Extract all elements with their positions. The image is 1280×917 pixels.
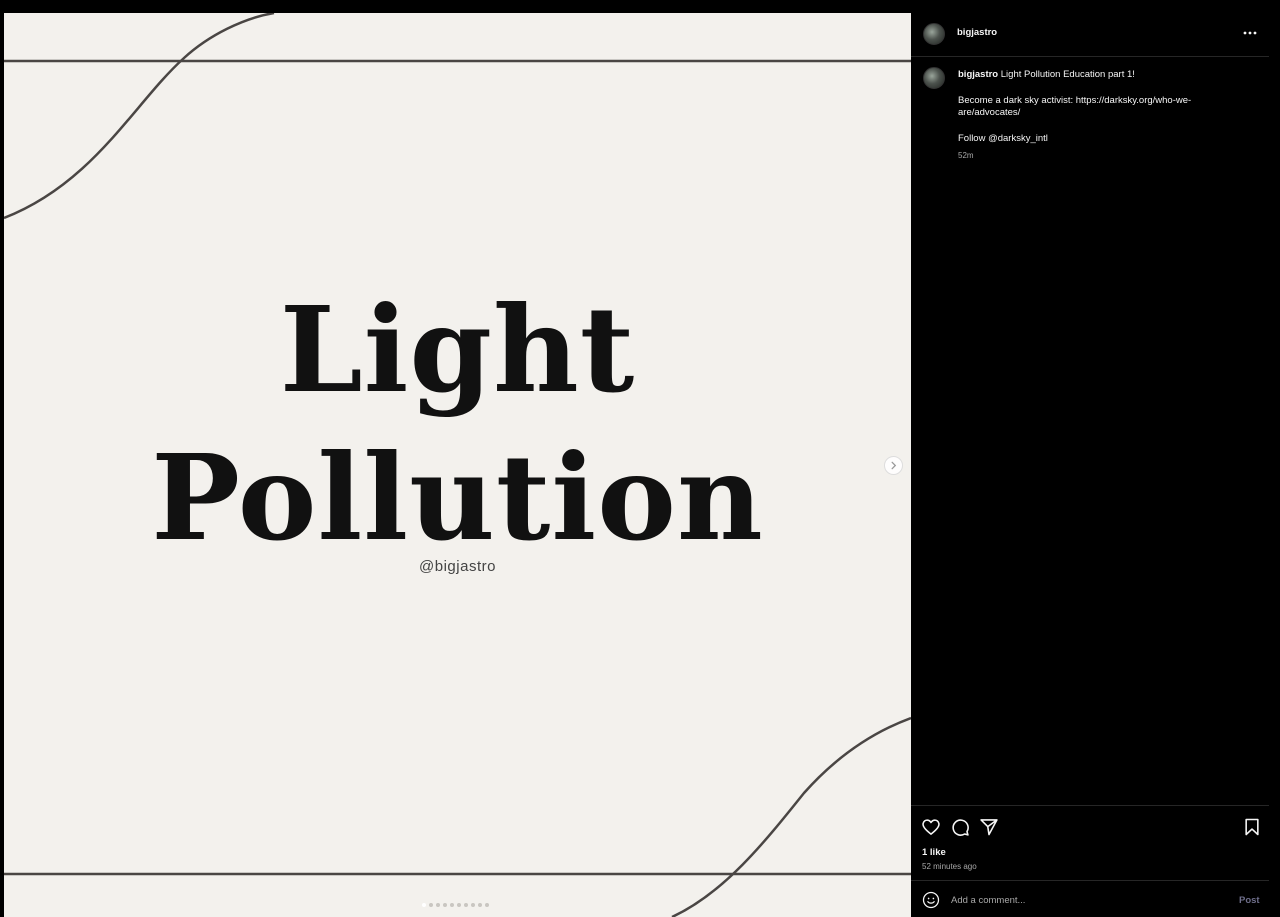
bookmark-icon[interactable]	[1242, 817, 1262, 837]
post-media-slide: Light Pollution @bigjastro	[4, 13, 911, 917]
caption-line-2: Become a dark sky activist: https://dark…	[958, 94, 1192, 119]
carousel-dot	[478, 903, 482, 907]
chevron-right-icon	[891, 461, 897, 470]
slide-title-line-1: Light	[279, 280, 636, 419]
carousel-dot	[429, 903, 433, 907]
post-timestamp: 52 minutes ago	[922, 862, 977, 871]
header-username[interactable]: bigjastro	[957, 27, 997, 38]
post-comment-button[interactable]: Post	[1239, 895, 1260, 906]
emoji-smile-icon[interactable]	[922, 891, 940, 909]
carousel-dot	[450, 903, 454, 907]
caption-avatar[interactable]	[923, 67, 945, 89]
carousel-dot	[457, 903, 461, 907]
next-slide-button[interactable]	[884, 456, 903, 475]
carousel-dot	[443, 903, 447, 907]
carousel-dot	[422, 903, 426, 907]
post-actions: 1 like 52 minutes ago	[911, 805, 1269, 881]
avatar[interactable]	[923, 23, 945, 45]
paper-plane-icon[interactable]	[979, 817, 999, 837]
carousel-dot	[464, 903, 468, 907]
carousel-dot	[485, 903, 489, 907]
comment-bubble-icon[interactable]	[950, 817, 970, 837]
carousel-dot	[471, 903, 475, 907]
comment-input[interactable]	[951, 892, 1221, 908]
caption-text: Light Pollution Education part 1!	[1000, 69, 1135, 80]
caption-first-line: bigjastro Light Pollution Education part…	[958, 69, 1218, 82]
carousel-dots	[422, 903, 489, 907]
caption-timestamp: 52m	[958, 151, 974, 160]
slide-handle-text: @bigjastro	[419, 558, 496, 575]
comment-bar: Post	[911, 880, 1269, 917]
caption-username[interactable]: bigjastro	[958, 69, 998, 80]
more-horizontal-icon[interactable]	[1241, 26, 1259, 40]
post-side-panel: bigjastro bigjastro Light Pollution Educ…	[911, 0, 1269, 917]
likes-count[interactable]: 1 like	[922, 847, 946, 858]
caption-body: bigjastro Light Pollution Education part…	[958, 69, 1218, 163]
carousel-dot	[436, 903, 440, 907]
heart-icon[interactable]	[921, 817, 941, 837]
caption-line-3: Follow @darksky_intl	[958, 132, 1048, 144]
slide-title-line-2: Pollution	[151, 428, 764, 567]
post-header: bigjastro	[911, 0, 1269, 57]
